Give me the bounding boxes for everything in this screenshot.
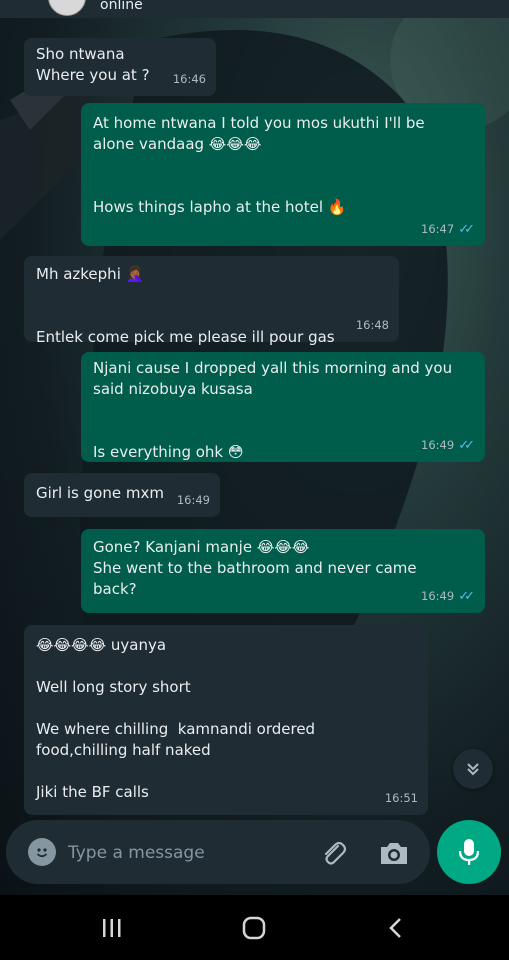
message-time: 16:47 [421, 222, 455, 236]
camera-icon[interactable] [378, 838, 410, 868]
message-time: 16:51 [384, 791, 418, 805]
recent-apps-icon [103, 919, 121, 937]
message-input[interactable] [66, 836, 290, 870]
message-meta: 16:51 [385, 788, 418, 809]
home-button[interactable] [234, 913, 274, 943]
message-meta: 16:47 ✓✓ [421, 219, 475, 240]
chat-header: online [0, 0, 509, 18]
message-outgoing[interactable]: At home ntwana I told you mos ukuthi I'l… [81, 103, 485, 246]
message-time: 16:49 [421, 438, 455, 452]
read-receipt-icon: ✓✓ [458, 438, 475, 453]
emoji-button[interactable] [28, 838, 56, 866]
contact-status: online [100, 0, 143, 13]
message-text: Gone? Kanjani manje 😂😂😂 She went to the … [93, 538, 417, 598]
emoji-icon [36, 848, 48, 858]
message-outgoing[interactable]: Njani cause I dropped yall this morning … [81, 352, 485, 462]
message-text: At home ntwana I told you mos ukuthi I'l… [93, 114, 425, 216]
home-icon [242, 916, 266, 940]
microphone-icon [458, 839, 480, 865]
paperclip-icon[interactable] [318, 838, 348, 868]
message-time: 16:48 [355, 318, 389, 332]
message-outgoing[interactable]: Gone? Kanjani manje 😂😂😂 She went to the … [81, 529, 485, 613]
message-meta: 16:49 ✓✓ [421, 586, 475, 607]
system-navigation-bar [0, 895, 509, 960]
microphone-button[interactable] [437, 820, 501, 884]
message-text: Mh azkephi 🤦🏾‍♀️ Entlek come pick me ple… [36, 265, 335, 346]
scroll-to-bottom-button[interactable] [453, 749, 493, 789]
read-receipt-icon: ✓✓ [458, 589, 475, 604]
message-incoming[interactable]: Mh azkephi 🤦🏾‍♀️ Entlek come pick me ple… [24, 256, 399, 346]
read-receipt-icon: ✓✓ [458, 222, 475, 237]
chevron-double-down-icon [467, 763, 479, 776]
message-text: 😂😂😂😂 uyanya Well long story short We whe… [36, 636, 316, 801]
message-text: Njani cause I dropped yall this morning … [93, 359, 453, 461]
message-time: 16:46 [172, 72, 206, 86]
message-incoming[interactable]: 😂😂😂😂 uyanya Well long story short We whe… [24, 625, 428, 815]
contact-avatar[interactable] [48, 0, 86, 16]
message-meta: 16:46 [173, 69, 206, 90]
message-time: 16:49 [421, 589, 455, 603]
message-meta: 16:49 [177, 490, 210, 511]
back-icon [389, 918, 401, 938]
recent-apps-button[interactable] [92, 913, 132, 943]
message-incoming[interactable]: Sho ntwana Where you at ? 16:46 [24, 38, 216, 96]
message-meta: 16:49 ✓✓ [421, 435, 475, 456]
message-meta: 16:48 [356, 315, 389, 336]
message-composer [6, 820, 430, 884]
message-time: 16:49 [176, 493, 210, 507]
message-incoming[interactable]: Girl is gone mxm 16:49 [24, 473, 220, 517]
back-button[interactable] [376, 913, 416, 943]
